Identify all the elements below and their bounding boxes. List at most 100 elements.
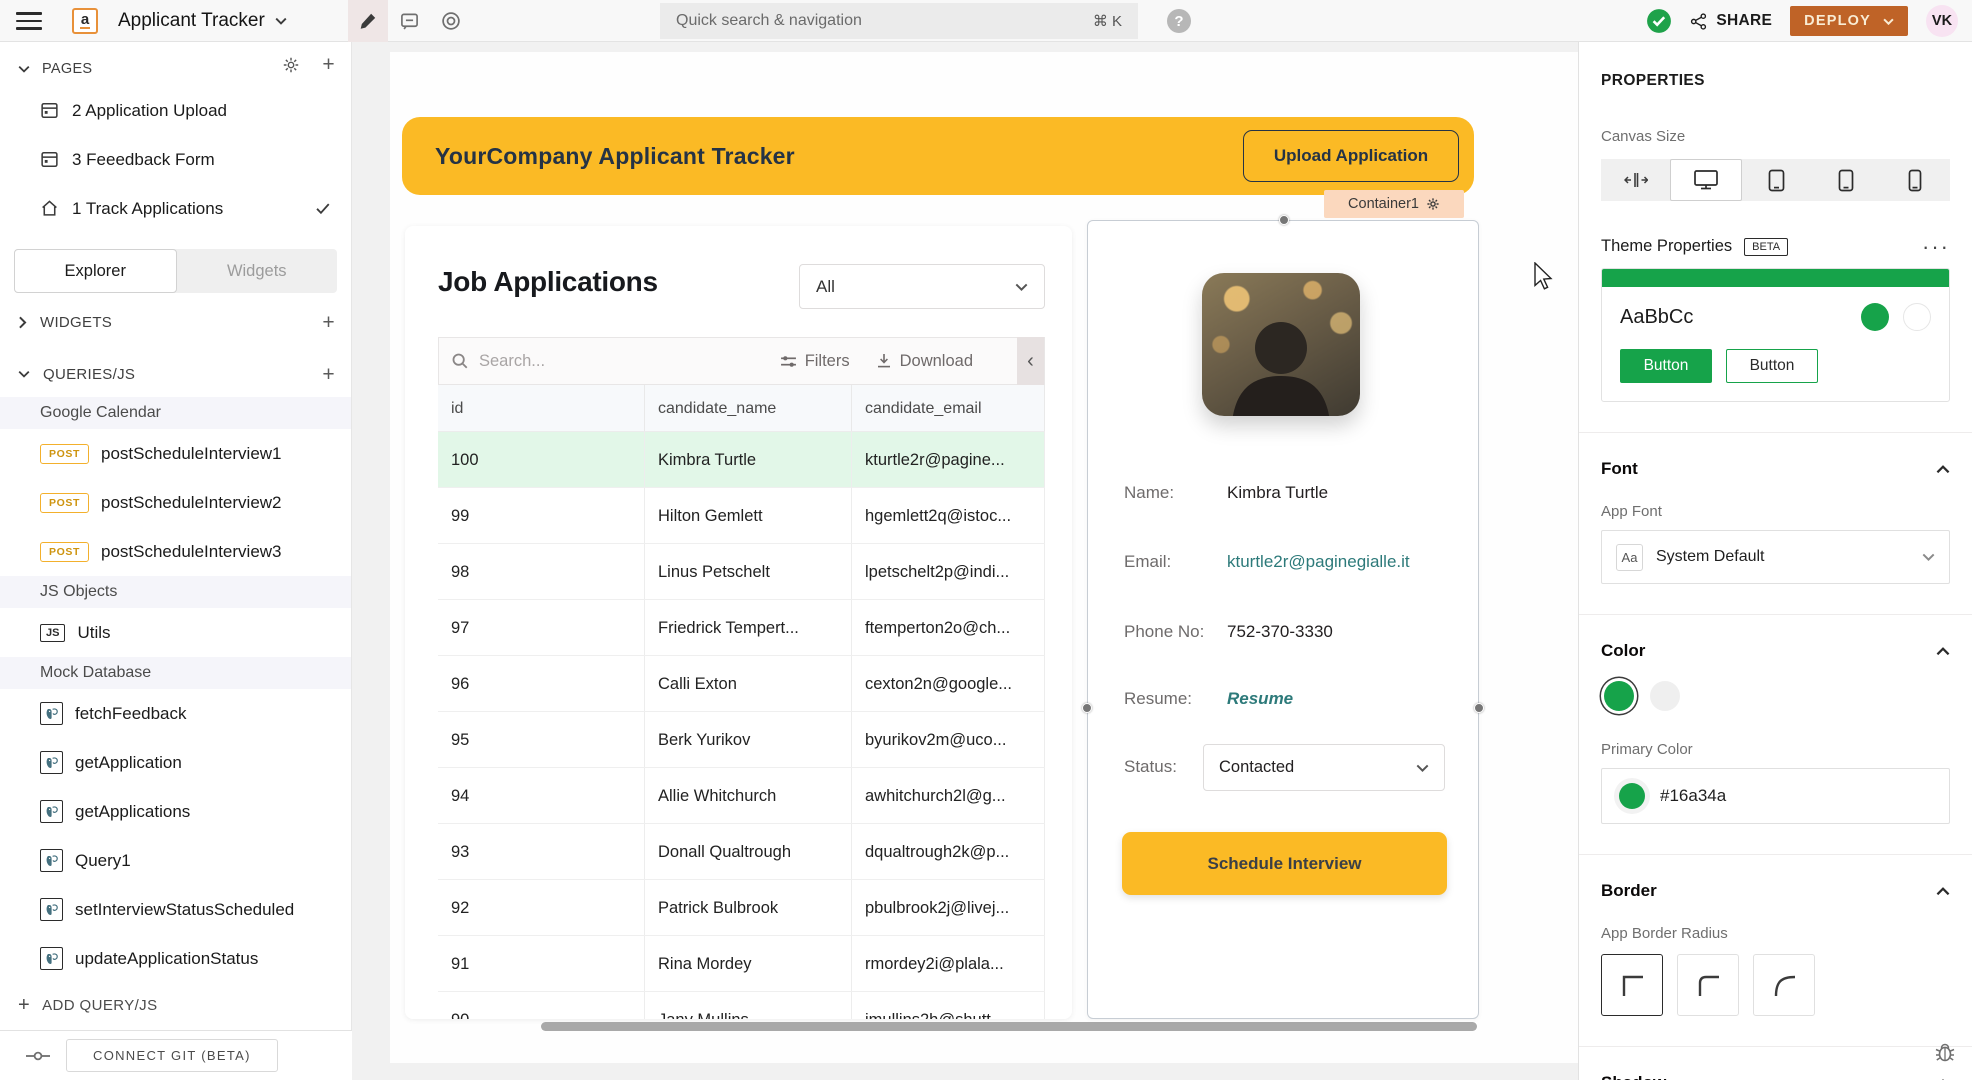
query-item-updateapplicationstatus[interactable]: updateApplicationStatus	[0, 934, 351, 983]
horizontal-scrollbar[interactable]	[541, 1022, 1477, 1031]
color-section-header[interactable]: Color	[1601, 641, 1950, 661]
table-row[interactable]: 93 Donall Qualtrough dqualtrough2k@p...	[438, 824, 1045, 880]
column-header-candidate-name[interactable]: candidate_name	[645, 385, 852, 431]
table-row[interactable]: 96 Calli Exton cexton2n@google...	[438, 656, 1045, 712]
gear-icon[interactable]	[282, 56, 300, 74]
status-select[interactable]: Contacted	[1203, 744, 1445, 791]
column-header-id[interactable]: id	[438, 385, 645, 431]
home-icon	[40, 199, 59, 218]
queries-tree-header[interactable]: QUERIES/JS +	[0, 351, 351, 397]
radius-medium-option[interactable]	[1677, 954, 1739, 1016]
table-row[interactable]: 91 Rina Mordey rmordey2i@plala...	[438, 936, 1045, 992]
connect-git-button[interactable]: CONNECT GIT (BETA)	[66, 1039, 278, 1072]
help-label: ?	[1174, 13, 1183, 30]
resize-handle-left[interactable]	[1082, 703, 1092, 713]
candidate-photo	[1202, 273, 1360, 416]
table-row[interactable]: 97 Friedrick Tempert... ftemperton2o@ch.…	[438, 600, 1045, 656]
pages-section-header[interactable]: PAGES +	[0, 42, 351, 86]
chevron-down-icon	[1922, 553, 1935, 561]
canvas-size-fluid[interactable]	[1601, 159, 1670, 201]
query-item-postscheduleinterview2[interactable]: POST postScheduleInterview2	[0, 478, 351, 527]
properties-title: PROPERTIES	[1601, 72, 1950, 90]
app-header-widget[interactable]: YourCompany Applicant Tracker Upload App…	[402, 117, 1474, 195]
table-row[interactable]: 92 Patrick Bulbrook pbulbrook2j@livej...	[438, 880, 1045, 936]
primary-color-value: #16a34a	[1660, 786, 1726, 806]
query-item-fetchfeedback[interactable]: fetchFeedback	[0, 689, 351, 738]
cell-name: Allie Whitchurch	[645, 768, 852, 823]
theme-preview-card[interactable]: AaBbCc Button Button	[1601, 268, 1950, 402]
quick-search-bar[interactable]: ⌘ K	[660, 3, 1138, 39]
primary-color-swatch[interactable]	[1604, 681, 1634, 711]
upload-application-button[interactable]: Upload Application	[1243, 130, 1459, 182]
canvas-size-phone[interactable]	[1881, 159, 1950, 201]
edit-mode-button[interactable]	[348, 0, 388, 42]
resize-handle-top[interactable]	[1279, 215, 1289, 225]
table-row[interactable]: 98 Linus Petschelt lpetschelt2p@indi...	[438, 544, 1045, 600]
table-search-input[interactable]	[479, 352, 669, 371]
deploy-button[interactable]: DEPLOY	[1790, 6, 1908, 36]
add-widget-button[interactable]: +	[322, 312, 335, 333]
help-button[interactable]: ?	[1167, 9, 1191, 33]
schedule-interview-button[interactable]: Schedule Interview	[1122, 832, 1447, 895]
comment-icon	[400, 12, 419, 31]
view-mode-button[interactable]	[430, 0, 472, 42]
gear-icon[interactable]	[1426, 197, 1440, 211]
query-item-postscheduleinterview1[interactable]: POST postScheduleInterview1	[0, 429, 351, 478]
container1-tag[interactable]: Container1	[1324, 190, 1464, 218]
collapse-pane-button[interactable]: ‹	[1017, 337, 1044, 385]
add-query-js-button[interactable]: + ADD QUERY/JS	[0, 983, 351, 1027]
cell-email: jmullins2h@shutt...	[852, 992, 1045, 1019]
add-query-plus-button[interactable]: +	[322, 364, 335, 385]
tab-widgets[interactable]: Widgets	[177, 249, 338, 293]
resume-label: Resume:	[1124, 688, 1227, 709]
query-item-getapplication[interactable]: getApplication	[0, 738, 351, 787]
table-row[interactable]: 90 Jany Mullins jmullins2h@shutt...	[438, 992, 1045, 1019]
shadow-section-header[interactable]: Shadow	[1601, 1073, 1950, 1080]
email-link[interactable]: kturtle2r@paginegialle.it	[1227, 552, 1410, 572]
query-item-query1[interactable]: Query1	[0, 836, 351, 885]
radius-round-option[interactable]	[1753, 954, 1815, 1016]
column-header-candidate-email[interactable]: candidate_email	[852, 385, 1045, 431]
radius-sharp-option[interactable]	[1601, 954, 1663, 1016]
border-section-header[interactable]: Border	[1601, 881, 1950, 901]
app-font-select[interactable]: Aa System Default	[1601, 530, 1950, 584]
canvas-size-tablet[interactable]	[1811, 159, 1880, 201]
add-page-button[interactable]: +	[322, 54, 335, 75]
sidebar-item-track-applications[interactable]: 1 Track Applications	[0, 184, 351, 233]
tab-explorer[interactable]: Explorer	[14, 249, 177, 293]
status-filter-select[interactable]: All	[799, 264, 1045, 309]
sidebar-item-application-upload[interactable]: 2 Application Upload	[0, 86, 351, 135]
background-color-swatch[interactable]	[1650, 681, 1680, 711]
share-button[interactable]: SHARE	[1690, 12, 1772, 30]
primary-color-input[interactable]: #16a34a	[1601, 768, 1950, 824]
comment-mode-button[interactable]	[388, 0, 430, 42]
table-row[interactable]: 94 Allie Whitchurch awhitchurch2l@g...	[438, 768, 1045, 824]
user-avatar[interactable]: VK	[1926, 5, 1958, 37]
canvas-size-tablet-large[interactable]	[1742, 159, 1811, 201]
cell-id: 93	[438, 824, 645, 879]
quick-search-input[interactable]	[676, 12, 1083, 30]
filters-button[interactable]: Filters	[780, 352, 850, 371]
download-button[interactable]: Download	[876, 352, 973, 371]
debug-button[interactable]	[1934, 1041, 1956, 1068]
canvas-size-desktop[interactable]	[1670, 159, 1741, 201]
candidate-detail-container[interactable]: Name: Kimbra Turtle Email: kturtle2r@pag…	[1087, 220, 1479, 1019]
table-row[interactable]: 99 Hilton Gemlett hgemlett2q@istoc...	[438, 488, 1045, 544]
chevron-right-icon	[18, 316, 27, 329]
hamburger-menu-icon[interactable]	[16, 0, 42, 42]
query-item-getapplications[interactable]: getApplications	[0, 787, 351, 836]
resize-handle-right[interactable]	[1474, 703, 1484, 713]
theme-more-button[interactable]: ···	[1922, 242, 1950, 252]
js-object-utils[interactable]: JS Utils	[0, 608, 351, 657]
app-name-menu[interactable]: Applicant Tracker	[118, 10, 287, 32]
resume-link[interactable]: Resume	[1227, 689, 1293, 709]
theme-button-outline: Button	[1726, 349, 1818, 383]
query-item-setinterviewstatusscheduled[interactable]: setInterviewStatusScheduled	[0, 885, 351, 934]
sidebar-item-feedback-form[interactable]: 3 Feeedback Form	[0, 135, 351, 184]
widgets-tree-header[interactable]: WIDGETS +	[0, 299, 351, 345]
font-section-header[interactable]: Font	[1601, 459, 1950, 479]
table-row[interactable]: 95 Berk Yurikov byurikov2m@uco...	[438, 712, 1045, 768]
table-row[interactable]: 100 Kimbra Turtle kturtle2r@pagine...	[438, 432, 1045, 488]
radius-sharp-icon	[1617, 970, 1647, 1000]
query-item-postscheduleinterview3[interactable]: POST postScheduleInterview3	[0, 527, 351, 576]
